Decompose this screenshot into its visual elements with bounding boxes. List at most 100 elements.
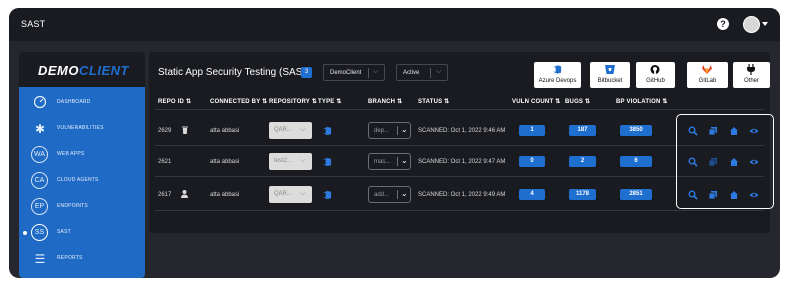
search-icon[interactable] (688, 126, 698, 136)
home-icon[interactable] (729, 190, 739, 200)
client-filter-select[interactable]: DemoClient ⌵ (323, 64, 385, 81)
integration-gitlab-button[interactable]: GitLab (687, 62, 728, 88)
sidebar-item-web-apps[interactable]: WA WEB APPS (19, 144, 145, 166)
integration-bitbucket-button[interactable]: Bitbucket (590, 62, 630, 88)
search-icon[interactable] (688, 157, 698, 167)
branch-select-value: add... (374, 192, 390, 198)
row-divider (155, 176, 764, 177)
connected-by-cell: atta abbasi (210, 128, 240, 134)
repository-select-value: test2... (274, 158, 293, 164)
column-header-branch[interactable]: BRANCH ⇅ (368, 98, 402, 105)
sidebar-item-cloud-agents[interactable]: CA CLOUD AGENTS (19, 170, 145, 192)
repository-select[interactable]: test2... ⌵ (269, 153, 312, 170)
repo-id-cell: 2629 (158, 128, 172, 134)
vuln-count-badge[interactable]: 0 (519, 156, 545, 167)
bug-icon: ✱ (34, 122, 46, 136)
sidebar-item-reports[interactable]: ☰ REPORTS (19, 248, 145, 270)
logo[interactable]: DEMOCLIENT (19, 52, 145, 90)
copy-icon[interactable] (708, 126, 718, 136)
sidebar-item-label: SAST (57, 229, 71, 235)
dashboard-gauge-icon (32, 95, 48, 111)
integration-other-button[interactable]: Other (733, 62, 770, 88)
sidebar-item-label: ENDPOINTS (57, 203, 88, 209)
column-header-repo-id[interactable]: REPO ID ⇅ (158, 98, 191, 105)
filter-separator (430, 68, 431, 78)
integration-label: Other (743, 78, 759, 84)
column-header-connected-by[interactable]: CONNECTED BY ⇅ (210, 98, 267, 105)
circle-badge-icon: WA (31, 146, 48, 163)
user-icon[interactable] (181, 190, 188, 198)
sidebar-item-label: CLOUD AGENTS (57, 177, 99, 183)
circle-badge-icon: CA (31, 172, 48, 189)
sidebar: DEMOCLIENT DASHBOARD ✱ VULNERABILITIES W… (19, 52, 145, 278)
column-header-repository[interactable]: REPOSITORY ⇅ (269, 98, 317, 105)
azure-devops-icon (322, 126, 332, 136)
eye-icon[interactable] (749, 126, 759, 136)
search-icon[interactable] (688, 190, 698, 200)
eye-icon[interactable] (749, 190, 759, 200)
top-bar: SAST ? (9, 8, 780, 41)
repo-count-badge: 3 (301, 67, 312, 78)
list-icon: ☰ (34, 252, 46, 266)
column-header-label: BP VIOLATION (616, 99, 661, 105)
column-header-vuln-count[interactable]: VULN COUNT ⇅ (512, 98, 560, 105)
sidebar-item-label: VULNERABILITIES (57, 125, 104, 131)
branch-select-value: dep... (374, 128, 390, 134)
bugs-badge[interactable]: 2 (569, 156, 596, 167)
bp-violation-badge[interactable]: 2851 (620, 189, 652, 200)
sidebar-item-sast[interactable]: SS SAST (19, 222, 145, 244)
sidebar-item-label: DASHBOARD (57, 99, 91, 105)
column-header-status[interactable]: STATUS ⇅ (418, 98, 449, 105)
azure-devops-icon (322, 157, 332, 167)
branch-separator (397, 126, 398, 135)
chevron-down-icon: ⌵ (300, 126, 306, 133)
sidebar-item-dashboard[interactable]: DASHBOARD (19, 92, 145, 114)
column-header-label: TYPE (318, 99, 335, 105)
page-title: Static App Security Testing (SAST) (158, 67, 312, 78)
integration-azure-devops-button[interactable]: Azure Devops (534, 62, 581, 88)
column-header-type[interactable]: TYPE ⇅ (318, 98, 342, 105)
column-header-bugs[interactable]: BUGS ⇅ (565, 98, 590, 105)
bugs-badge[interactable]: 187 (569, 125, 596, 136)
chevron-down-icon: ⌄ (401, 156, 408, 165)
column-header-label: BUGS (565, 99, 584, 105)
copy-icon[interactable] (708, 190, 718, 200)
branch-separator (397, 157, 398, 166)
branch-select-value: mas... (374, 159, 391, 165)
copy-icon[interactable] (708, 157, 718, 167)
question-icon[interactable]: ? (717, 18, 729, 30)
branch-select[interactable]: mas... ⌄ (368, 153, 411, 170)
column-header-label: REPO ID (158, 99, 185, 105)
sast-panel: Static App Security Testing (SAST) 3 Dem… (149, 52, 774, 233)
branch-select[interactable]: dep... ⌄ (368, 122, 411, 139)
sidebar-item-vulnerabilities[interactable]: ✱ VULNERABILITIES (19, 118, 145, 140)
vuln-count-badge[interactable]: 1 (519, 125, 545, 136)
home-icon[interactable] (729, 157, 739, 167)
user-avatar-icon[interactable] (743, 16, 760, 33)
status-filter-value: Active (403, 70, 420, 76)
status-filter-select[interactable]: Active ⌵ (396, 64, 448, 81)
circle-badge-icon: SS (31, 224, 48, 241)
trash-icon[interactable] (182, 126, 188, 134)
column-header-label: CONNECTED BY (210, 99, 261, 105)
integration-github-button[interactable]: GitHub (636, 62, 675, 88)
bp-violation-badge[interactable]: 3850 (620, 125, 652, 136)
repository-select[interactable]: QAR... ⌵ (269, 122, 312, 139)
bp-violation-badge[interactable]: 6 (620, 156, 652, 167)
chevron-down-icon[interactable] (762, 22, 768, 26)
home-icon[interactable] (729, 126, 739, 136)
repository-select-value: QAR... (274, 191, 293, 197)
branch-select[interactable]: add... ⌄ (368, 186, 411, 203)
integration-label: Bitbucket (597, 78, 623, 84)
repository-select[interactable]: QAR... ⌵ (269, 186, 312, 203)
sidebar-item-endpoints[interactable]: EP ENDPOINTS (19, 196, 145, 218)
eye-icon[interactable] (749, 157, 759, 167)
column-header-label: STATUS (418, 99, 443, 105)
chevron-down-icon: ⌵ (436, 68, 442, 75)
app-window: SAST ? DEMOCLIENT DASHBOARD ✱ VULNERABIL… (9, 8, 780, 278)
column-header-label: VULN COUNT (512, 99, 554, 105)
bugs-badge[interactable]: 1178 (569, 189, 596, 200)
vuln-count-badge[interactable]: 4 (519, 189, 545, 200)
integration-label: GitLab (698, 78, 717, 84)
column-header-bp-violation[interactable]: BP VIOLATION ⇅ (616, 98, 668, 105)
